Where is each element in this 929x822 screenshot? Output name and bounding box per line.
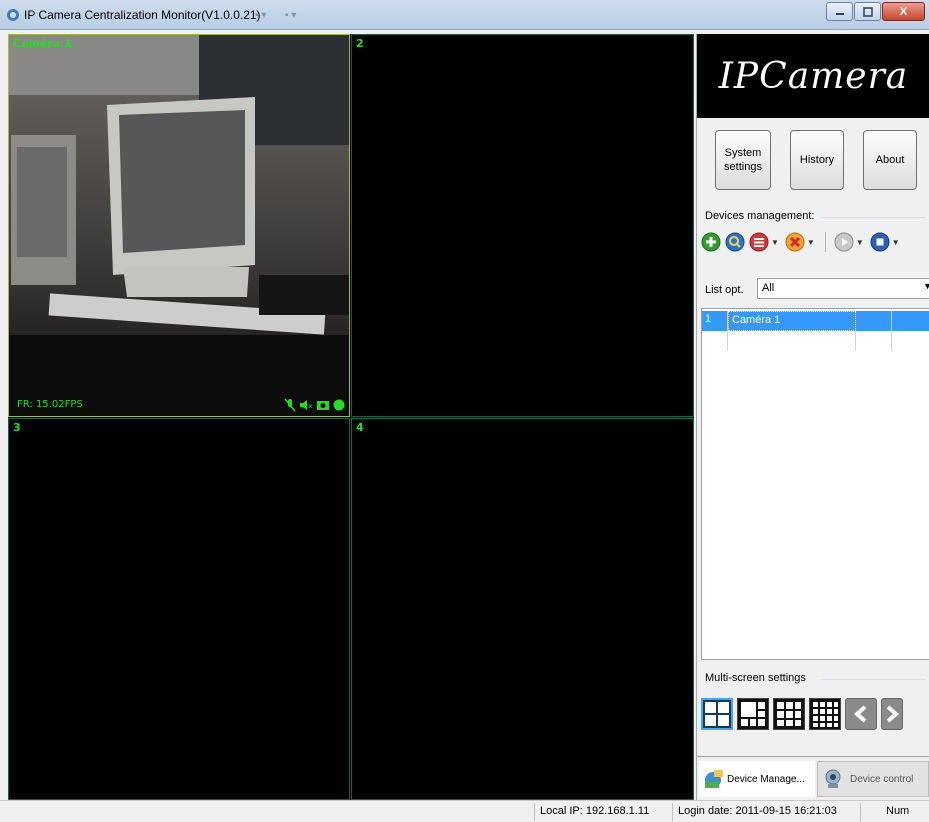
tile-label: 3 <box>13 421 21 434</box>
app-icon <box>7 9 19 21</box>
quick-access-icon: ▪ ▾ <box>255 10 267 21</box>
chevron-down-icon[interactable]: ▼ <box>807 238 815 247</box>
system-settings-label-line1: System <box>724 147 762 159</box>
status-divider <box>860 803 861 821</box>
next-page-button[interactable] <box>881 698 903 730</box>
minimize-icon <box>835 12 844 15</box>
num-lock-status: Num <box>886 805 910 817</box>
chevron-down-icon[interactable]: ▼ <box>856 238 864 247</box>
system-settings-label-line2: settings <box>724 161 762 173</box>
section-divider <box>821 217 926 218</box>
empty-cell <box>702 331 728 351</box>
grid-6-icon <box>741 702 765 726</box>
chevron-down-icon[interactable]: ▼ <box>923 281 929 291</box>
tile-status-icons: × <box>284 398 345 412</box>
tile-label: 2 <box>356 37 364 50</box>
stop-icon[interactable] <box>870 232 890 252</box>
add-device-icon[interactable] <box>701 232 721 252</box>
status-bar: Local IP: 192.168.1.11 Login date: 2011-… <box>0 800 929 822</box>
layout-6-button[interactable] <box>737 698 769 730</box>
device-cell <box>892 311 929 331</box>
control-panel: IPCamera System settings History About D… <box>696 34 929 800</box>
quick-access-icon: ▪ ▾ <box>285 10 297 21</box>
speaker-muted-icon[interactable]: × <box>299 399 313 411</box>
tile-label: 4 <box>356 421 364 434</box>
grid-4x4-icon <box>813 702 838 727</box>
history-button[interactable]: History <box>790 130 844 190</box>
device-index: 1 <box>702 311 728 331</box>
tab-device-control-label: Device control <box>850 773 914 785</box>
status-divider <box>672 803 673 821</box>
svg-text:×: × <box>308 402 313 411</box>
toolbar-separator <box>824 232 826 252</box>
list-opt-select[interactable]: All ▼ <box>757 278 929 299</box>
play-icon[interactable] <box>834 232 854 252</box>
layout-4-button[interactable] <box>701 698 733 730</box>
chevron-left-icon <box>853 705 867 723</box>
edit-device-icon[interactable] <box>749 232 769 252</box>
tab-device-control[interactable]: Device control <box>817 761 929 797</box>
empty-row <box>702 331 929 351</box>
camera-feed-image <box>9 35 349 416</box>
video-tile-4[interactable]: 4 <box>351 418 694 800</box>
chevron-down-icon[interactable]: ▼ <box>771 238 779 247</box>
chevron-down-icon[interactable]: ▼ <box>892 238 900 247</box>
tile-label: Caméra 1 <box>13 37 72 50</box>
snapshot-icon[interactable] <box>316 399 330 411</box>
network-devices-icon <box>705 770 723 788</box>
devices-management-label: Devices management: <box>705 210 815 222</box>
fps-readout: FR: 15.02FPS <box>17 399 83 410</box>
login-date-status: Login date: 2011-09-15 16:21:03 <box>678 805 837 817</box>
system-settings-button[interactable]: System settings <box>715 130 771 190</box>
tab-device-manage[interactable]: Device Manage... <box>699 761 815 797</box>
device-toolbar: ▼ ▼ ▼ ▼ <box>701 232 902 252</box>
list-opt-label: List opt. <box>705 284 744 296</box>
device-name: Caméra 1 <box>728 311 856 331</box>
device-cell <box>856 311 892 331</box>
multiscreen-label: Multi-screen settings <box>705 672 806 684</box>
layout-16-button[interactable] <box>809 698 841 730</box>
record-icon[interactable] <box>333 399 345 411</box>
title-bar[interactable]: IP Camera Centralization Monitor(V1.0.0.… <box>0 0 929 30</box>
mic-muted-icon[interactable] <box>284 398 296 412</box>
system-settings-label: System settings <box>724 146 762 174</box>
delete-device-icon[interactable] <box>785 232 805 252</box>
about-button[interactable]: About <box>863 130 917 190</box>
maximize-button[interactable] <box>854 2 881 21</box>
empty-cell <box>856 331 892 351</box>
previous-page-button[interactable] <box>845 698 877 730</box>
grid-3x3-icon <box>777 702 801 726</box>
empty-cell <box>728 331 856 351</box>
empty-cell <box>892 331 929 351</box>
panel-tabs: Device Manage... Device control <box>697 756 929 800</box>
device-list[interactable]: 1 Caméra 1 <box>701 308 929 660</box>
layout-9-button[interactable] <box>773 698 805 730</box>
chevron-right-icon <box>886 705 899 723</box>
video-grid: Caméra 1 FR: 15.02FPS × 2 3 4 <box>8 34 694 800</box>
window-controls: X <box>825 2 925 21</box>
minimize-button[interactable] <box>826 2 853 21</box>
tab-device-manage-label: Device Manage... <box>727 773 805 785</box>
video-tile-1[interactable]: Caméra 1 FR: 15.02FPS × <box>8 34 350 417</box>
ipcamera-logo: IPCamera <box>697 34 929 118</box>
webcam-icon <box>825 769 841 788</box>
grid-2x2-icon <box>705 702 729 726</box>
section-divider <box>821 679 926 680</box>
list-opt-value: All <box>762 282 775 294</box>
local-ip-status: Local IP: 192.168.1.11 <box>540 805 650 817</box>
close-button[interactable]: X <box>882 2 925 21</box>
search-device-icon[interactable] <box>725 232 745 252</box>
maximize-icon <box>862 6 873 17</box>
close-icon: X <box>899 5 908 18</box>
status-divider <box>534 803 535 821</box>
video-tile-2[interactable]: 2 <box>351 34 694 417</box>
video-tile-3[interactable]: 3 <box>8 418 350 800</box>
window-title: IP Camera Centralization Monitor(V1.0.0.… <box>24 8 261 22</box>
device-row[interactable]: 1 Caméra 1 <box>702 311 929 331</box>
multiscreen-buttons <box>701 698 903 730</box>
